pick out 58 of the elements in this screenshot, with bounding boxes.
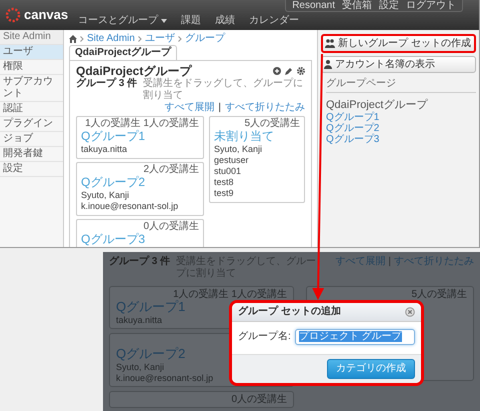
sidebar-item[interactable]: 開発者鍵 — [0, 147, 63, 162]
member-name: Syuto, Kanji — [81, 190, 130, 200]
sidebar-item[interactable]: ジョブ — [0, 132, 63, 147]
student-count-label: 5人の受講生 — [411, 289, 467, 300]
breadcrumb-link[interactable]: グループ — [184, 32, 225, 44]
member-name: k.inoue@resonant-sol.jp — [81, 201, 178, 212]
student-count-label: 0人の受講生 — [143, 221, 199, 232]
sidebar-item[interactable]: 設定 — [0, 162, 63, 177]
group-page-link[interactable]: Qグループ2 — [326, 123, 476, 134]
sidebar-item[interactable]: サブアカウント — [0, 75, 63, 102]
action-button[interactable]: アカウント名簿の表示 — [321, 56, 476, 73]
expand-all-link[interactable]: すべて展開 — [164, 102, 214, 114]
unassigned-title: 未割り当て — [214, 129, 274, 144]
sidebar-item[interactable]: 権限 — [0, 60, 63, 75]
member-name: takuya.nitta — [81, 144, 128, 154]
breadcrumb-link[interactable]: ユーザ — [144, 32, 175, 44]
member-name: gestuser — [214, 155, 249, 166]
member-name: takuya.nitta — [116, 315, 162, 325]
separator-text: | — [388, 256, 391, 268]
student-count-label: 0人の受講生 — [231, 394, 287, 405]
sidebar-title: Site Admin — [0, 30, 63, 45]
sidebar-item[interactable]: 認証 — [0, 102, 63, 117]
student-count-label: 1人の受講生 1人の受講生 — [85, 118, 199, 130]
group-page-link[interactable]: Qグループ1 — [326, 112, 476, 124]
separator-text: | — [218, 102, 221, 114]
group-page-title: QdaiProjectグループ — [326, 99, 429, 112]
member-name: test8 — [214, 177, 234, 188]
group-page-link[interactable]: Qグループ3 — [326, 134, 476, 146]
member-name: test9 — [214, 188, 234, 198]
member-name: stu001 — [214, 166, 242, 176]
user-link[interactable]: ログアウト — [406, 0, 456, 11]
group-set-title: QdaiProjectグループ — [76, 64, 192, 78]
collapse-all-link[interactable]: すべて折りたたみ — [225, 102, 305, 114]
drag-hint: 受講生をドラッグして、グループに割り当て — [143, 78, 304, 102]
sidebar-item[interactable]: ユーザ — [0, 45, 63, 60]
breadcrumb-link[interactable]: Site Admin — [87, 32, 135, 44]
student-count-label: 1人の受講生 1人の受講生 — [173, 289, 287, 300]
field-label: グループ名: — [238, 331, 291, 343]
group-count: グループ 3 件 — [109, 256, 170, 268]
menu-link[interactable]: 成績 — [215, 15, 235, 27]
dialog-title: グループ セットの追加 — [238, 306, 341, 318]
sidebar-item[interactable]: プラグイン — [0, 117, 63, 132]
group-count: グループ 3 件 — [76, 78, 138, 90]
member-name: Syuto, Kanji — [214, 144, 262, 154]
member-name: k.inoue@resonant-sol.jp — [116, 373, 214, 383]
menu-link[interactable]: 課題 — [181, 15, 201, 27]
student-count-label: 5人の受講生 — [244, 118, 300, 130]
action-button[interactable]: 新しいグループ セットの作成 — [321, 34, 476, 53]
tab[interactable]: QdaiProjectグループ — [69, 45, 178, 60]
group-name-field[interactable]: プロジェクト グループ — [294, 329, 415, 345]
user-link[interactable]: Resonant — [292, 0, 335, 11]
section-heading: グループページ — [326, 76, 476, 93]
menu-link[interactable]: コースとグループ — [78, 15, 167, 27]
logo-text: canvas — [24, 7, 68, 23]
member-name: Syuto, Kanji — [116, 362, 164, 372]
menu-link[interactable]: カレンダー — [249, 15, 299, 27]
user-link[interactable]: 受信箱 — [342, 0, 372, 11]
student-count-label: 2人の受講生 — [143, 164, 199, 176]
